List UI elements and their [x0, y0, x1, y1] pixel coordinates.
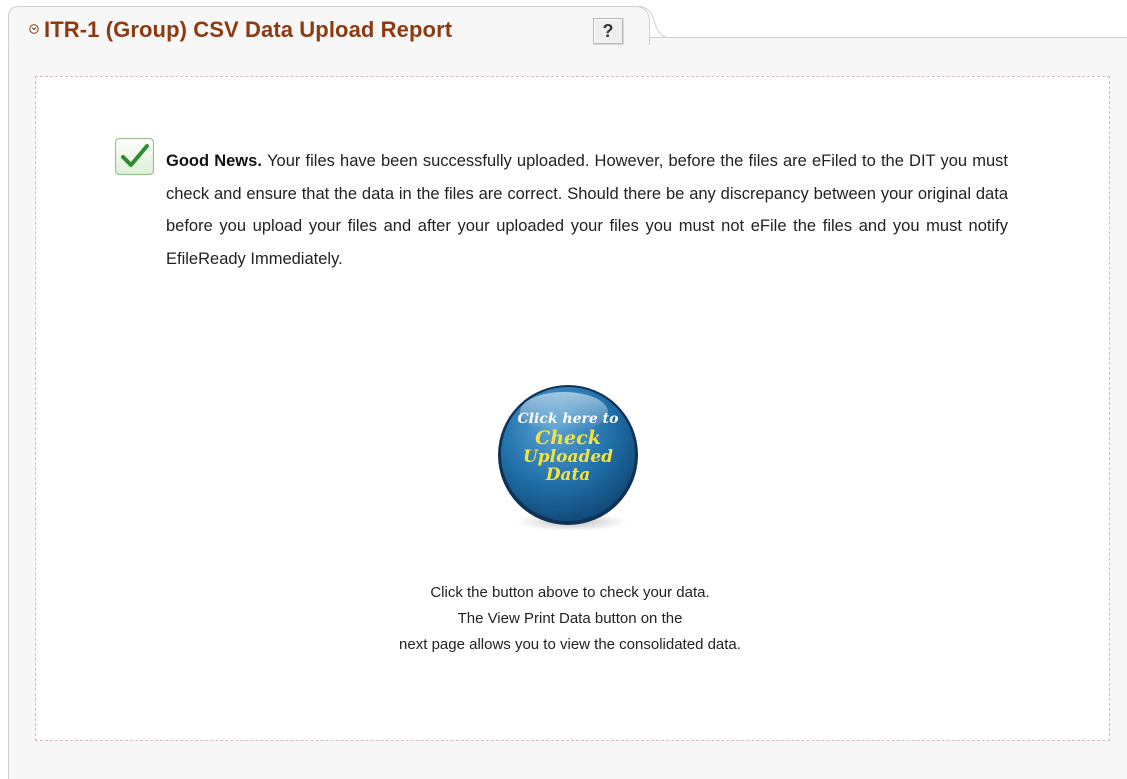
instructions-line-3: next page allows you to view the consoli… [399, 636, 741, 653]
report-page: ITR-1 (Group) CSV Data Upload Report ? G… [0, 0, 1127, 779]
page-title: ITR-1 (Group) CSV Data Upload Report [44, 17, 453, 42]
instructions-text: Click the button above to check your dat… [300, 580, 840, 658]
cta-label: Click here to Check Uploaded Data [517, 411, 619, 485]
help-button[interactable]: ? [593, 18, 623, 44]
message-body: Your files have been successfully upload… [166, 152, 1008, 268]
check-uploaded-data-button[interactable]: Click here to Check Uploaded Data [492, 384, 644, 534]
tab-curve-decoration [636, 6, 666, 38]
message-lead: Good News. [166, 152, 268, 170]
instructions-line-2: The View Print Data button on the [457, 610, 683, 627]
instructions-line-1: Click the button above to check your dat… [430, 584, 710, 601]
success-message: Good News. Your files have been successf… [166, 145, 1008, 275]
checkmark-icon [114, 137, 155, 176]
circle-arrow-icon [29, 24, 39, 34]
